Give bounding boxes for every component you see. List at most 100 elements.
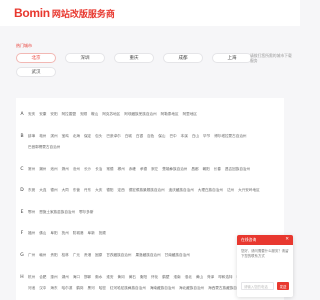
city-link[interactable]: 德阳 — [106, 188, 113, 192]
city-link[interactable]: 北海 — [73, 134, 80, 138]
city-link[interactable]: 定西 — [118, 188, 125, 192]
city-link[interactable]: 黑河 — [88, 286, 95, 290]
city-link[interactable]: 迪庆藏族自治州 — [169, 188, 194, 192]
city-link[interactable]: 本溪 — [181, 134, 188, 138]
send-button[interactable]: 发送 — [277, 282, 289, 290]
city-link[interactable]: 东莞 — [28, 188, 35, 192]
city-link[interactable]: 鹤岗 — [76, 286, 83, 290]
city-link[interactable]: 鄂尔多斯 — [79, 210, 93, 214]
city-link[interactable]: 沧州 — [73, 167, 80, 171]
city-link[interactable]: 福州 — [28, 231, 35, 235]
hot-city-chengdu[interactable]: 成都 — [163, 53, 203, 63]
city-link[interactable]: 红河哈尼族彝族自治州 — [110, 286, 146, 290]
city-link[interactable]: 赤峰 — [129, 167, 136, 171]
city-link[interactable]: 固原 — [95, 253, 102, 257]
city-link[interactable]: 白城 — [125, 134, 132, 138]
city-link[interactable]: 合肥 — [39, 275, 46, 279]
city-link[interactable]: 河池 — [28, 286, 35, 290]
site-logo[interactable]: Bomin 网站改版服务商 — [14, 6, 115, 20]
city-link[interactable]: 东营 — [73, 188, 80, 192]
city-link[interactable]: 贵港 — [84, 253, 91, 257]
city-link[interactable]: 常州 — [28, 167, 35, 171]
city-link[interactable]: 海口 — [73, 275, 80, 279]
city-link[interactable]: 保定 — [84, 134, 91, 138]
city-link[interactable]: 黄山 — [196, 275, 203, 279]
city-link[interactable]: 甘孜藏族自治州 — [106, 253, 131, 257]
city-link[interactable]: 广元 — [73, 253, 80, 257]
city-link[interactable]: 承德 — [140, 167, 147, 171]
city-link[interactable]: 邯郸 — [84, 275, 91, 279]
city-link[interactable]: 百色 — [147, 134, 154, 138]
city-link[interactable]: 大理白族自治州 — [198, 188, 223, 192]
city-link[interactable]: 滁州 — [62, 167, 69, 171]
city-link[interactable]: 潮州 — [39, 167, 46, 171]
phone-input[interactable]: 请输入您的电话 — [241, 282, 274, 290]
city-link[interactable]: 杭州 — [28, 275, 35, 279]
city-link[interactable]: 亳州 — [39, 134, 46, 138]
city-link[interactable]: 长春 — [214, 167, 221, 171]
city-link[interactable]: 佛山 — [39, 231, 46, 235]
city-link[interactable]: 阿坝藏族羌族自治州 — [124, 112, 156, 116]
city-link[interactable]: 楚雄彝族自治州 — [162, 167, 187, 171]
city-link[interactable]: 黄石 — [129, 275, 136, 279]
city-link[interactable]: 德宏傣族景颇族自治州 — [129, 188, 165, 192]
city-link[interactable]: 大同 — [62, 188, 69, 192]
city-link[interactable]: 达州 — [227, 188, 234, 192]
city-link[interactable]: 郴州 — [118, 167, 125, 171]
close-icon[interactable]: ✕ — [285, 237, 289, 243]
city-link[interactable]: 抚州 — [62, 231, 69, 235]
city-link[interactable]: 呼和浩特 — [218, 275, 232, 279]
city-link[interactable]: 海东 — [50, 286, 57, 290]
city-link[interactable]: 长沙 — [84, 167, 91, 171]
city-link[interactable]: 安阳 — [50, 112, 57, 116]
city-link[interactable]: 大兴安岭地区 — [238, 188, 260, 192]
city-link[interactable]: 哈密 — [99, 286, 106, 290]
city-link[interactable]: 海北藏族自治州 — [179, 286, 204, 290]
city-link[interactable]: 贵阳 — [50, 253, 57, 257]
city-link[interactable]: 宝鸡 — [62, 134, 69, 138]
city-link[interactable]: 安庆 — [28, 112, 35, 116]
city-link[interactable]: 崇左 — [151, 167, 158, 171]
city-link[interactable]: 恩施土家族苗族自治州 — [39, 210, 75, 214]
hot-city-wuhan[interactable]: 武汉 — [16, 67, 56, 77]
city-link[interactable]: 毕节 — [203, 134, 210, 138]
city-link[interactable]: 汉中 — [39, 286, 46, 290]
city-link[interactable]: 衡阳 — [140, 275, 147, 279]
city-link[interactable]: 长治 — [95, 167, 102, 171]
city-link[interactable]: 阿里地区 — [183, 112, 197, 116]
city-link[interactable]: 衡水 — [95, 275, 102, 279]
city-link[interactable]: 蚌埠 — [28, 134, 35, 138]
city-link[interactable]: 安康 — [39, 112, 46, 116]
city-link[interactable]: 桂林 — [62, 253, 69, 257]
city-link[interactable]: 阿勒泰地区 — [161, 112, 179, 116]
city-link[interactable]: 阜新 — [88, 231, 95, 235]
city-link[interactable]: 黄冈 — [118, 275, 125, 279]
city-link[interactable]: 鹤壁 — [162, 275, 169, 279]
city-link[interactable]: 大连 — [39, 188, 46, 192]
city-link[interactable]: 哈尔滨 — [62, 286, 73, 290]
hot-city-beijing[interactable]: 北京 — [16, 53, 56, 63]
city-link[interactable]: 阿克苏地区 — [102, 112, 120, 116]
city-link[interactable]: 海南藏族自治州 — [150, 286, 175, 290]
hot-city-chongqing[interactable]: 重庆 — [114, 53, 154, 63]
city-link[interactable]: 常德 — [106, 167, 113, 171]
city-link[interactable]: 滨州 — [50, 134, 57, 138]
city-link[interactable]: 果洛藏族自治州 — [135, 253, 160, 257]
city-link[interactable]: 阿拉善盟 — [62, 112, 76, 116]
city-link[interactable]: 鄂州 — [28, 210, 35, 214]
hot-city-shenzhen[interactable]: 深圳 — [65, 53, 105, 63]
city-link[interactable]: 湖州 — [62, 275, 69, 279]
city-link[interactable]: 朝阳 — [203, 167, 210, 171]
city-link[interactable]: 鞍山 — [91, 112, 98, 116]
city-link[interactable]: 白山 — [192, 134, 199, 138]
city-link[interactable]: 巴彦淖尔 — [106, 134, 120, 138]
city-link[interactable]: 惠州 — [50, 275, 57, 279]
city-link[interactable]: 昌都 — [191, 167, 198, 171]
city-link[interactable]: 淮北 — [185, 275, 192, 279]
city-link[interactable]: 菏泽 — [207, 275, 214, 279]
city-link[interactable]: 抚顺 — [99, 231, 106, 235]
city-link[interactable]: 巴音郭楞蒙古自治州 — [28, 145, 60, 149]
city-link[interactable]: 池州 — [50, 167, 57, 171]
city-link[interactable]: 包头 — [95, 134, 102, 138]
city-link[interactable]: 甘南藏族自治州 — [165, 253, 190, 257]
